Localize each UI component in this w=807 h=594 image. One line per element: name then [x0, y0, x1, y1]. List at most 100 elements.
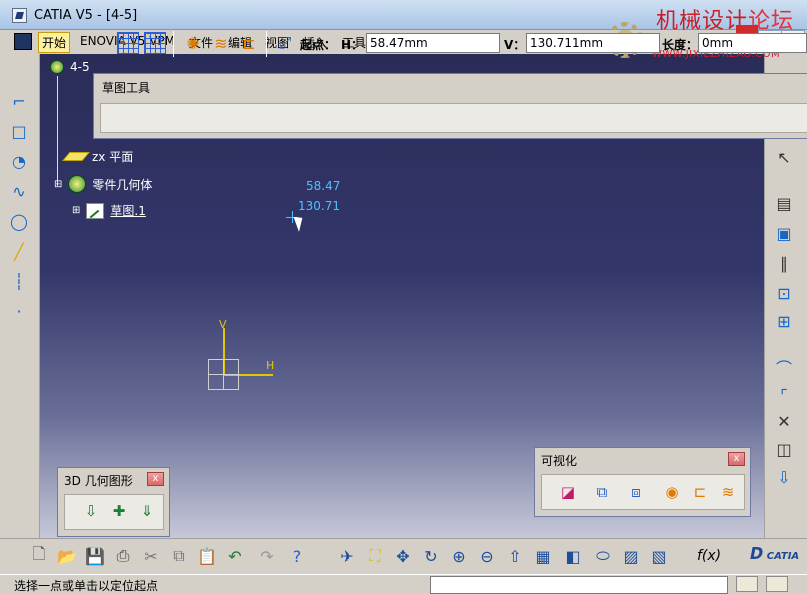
sketch-tools-body — [100, 103, 807, 133]
dimensional-constraints-icon[interactable]: ⊏ — [238, 32, 260, 54]
dimension-icon[interactable]: ⊡ — [773, 282, 795, 304]
tree-item-sketch[interactable]: ⊞ 草图.1 — [72, 202, 146, 219]
rotate-icon[interactable]: ↻ — [420, 545, 442, 567]
zoom-in-icon[interactable]: ⊕ — [448, 545, 470, 567]
construction-element-icon[interactable]: ✺ — [182, 32, 204, 54]
dimensional-visualization-icon[interactable]: ⊏ — [690, 482, 710, 502]
animate-constraint-icon[interactable]: ⊞ — [773, 310, 795, 332]
low-light-icon[interactable]: ⧉ — [592, 482, 612, 502]
swap-visible-space-icon[interactable]: ▧ — [648, 545, 670, 567]
close-geometry-3d-button[interactable]: x — [147, 472, 164, 486]
redo-icon[interactable]: ↷ — [256, 545, 278, 567]
catia-logo: ᗞ CATIA — [750, 544, 799, 563]
left-toolbar: ⌐ □ ◔ ∿ ◯ ╱ ┆ · — [0, 54, 40, 538]
point-icon[interactable]: · — [8, 300, 30, 322]
axis-icon[interactable]: ┆ — [8, 270, 30, 292]
tree-item-part-body-label: 零件几何体 — [92, 177, 153, 192]
silhouette-icon[interactable]: ⇓ — [137, 501, 157, 521]
select-arrow-icon[interactable]: ↖ — [773, 146, 795, 168]
paste-icon[interactable]: 📋 — [196, 545, 218, 567]
isometric-view-icon[interactable]: ◧ — [562, 545, 584, 567]
v-value-input[interactable] — [526, 33, 660, 53]
multi-view-icon[interactable]: ▦ — [532, 545, 554, 567]
window-title: CATIA V5 - [4-5] — [34, 8, 138, 23]
open-folder-icon[interactable]: 📂 — [56, 545, 78, 567]
tree-item-part-body[interactable]: ⊟ 零件几何体 — [54, 175, 152, 193]
geometry-3d-toolbar: 3D 几何图形 x ⇩ ✚ ⇓ — [57, 467, 170, 537]
intersect-3d-icon[interactable]: ✚ — [109, 501, 129, 521]
sketch-tools-title: 草图工具 — [102, 81, 151, 95]
line-tool-icon[interactable]: ⤢ — [274, 32, 296, 54]
diagnostics-icon[interactable]: ◉ — [662, 482, 682, 502]
title-bar: CATIA V5 - [4-5] 机械设计论坛 — [0, 0, 807, 34]
document-menu-icon[interactable] — [14, 33, 32, 50]
sketch-visualization-icon[interactable]: ⧈ — [626, 482, 646, 502]
catia-logo-text: CATIA — [766, 551, 800, 562]
circle-icon[interactable]: ◔ — [8, 150, 30, 172]
tree-root[interactable]: 4-5 — [50, 60, 90, 74]
status-button-2[interactable] — [766, 576, 788, 592]
cursor-y-readout: 130.71 — [298, 199, 340, 213]
help-pointer-icon[interactable]: ? — [286, 545, 308, 567]
visualization-toolbar: 可视化 x ◪ ⧉ ⧈ ◉ ⊏ ≋ — [534, 447, 751, 517]
print-icon[interactable]: ⎙ — [112, 545, 134, 567]
expand-icon[interactable]: ⊞ — [72, 205, 80, 216]
ellipse-icon[interactable]: ◯ — [8, 210, 30, 232]
length-label: 长度： — [662, 38, 699, 52]
fit-all-icon[interactable]: ⛶ — [364, 545, 386, 567]
undo-icon[interactable]: ↶ — [224, 545, 246, 567]
tree-item-sketch-label: 草图.1 — [110, 204, 146, 218]
separator — [173, 31, 174, 57]
h-label: H： — [341, 38, 364, 52]
status-message: 选择一点或单击以定位起点 — [14, 579, 159, 593]
collapse-icon[interactable]: ⊟ — [54, 179, 62, 190]
geometry-3d-title: 3D 几何图形 — [64, 474, 133, 488]
cursor-x-readout: 58.47 — [306, 179, 341, 193]
shading-icon[interactable]: ⬭ — [592, 545, 614, 567]
v-label: V： — [504, 38, 526, 52]
sketch-tools-toolbar: 草图工具 — [93, 73, 807, 139]
pan-icon[interactable]: ✥ — [392, 545, 414, 567]
geometric-visualization-icon[interactable]: ≋ — [718, 482, 738, 502]
profile-icon[interactable]: ⌐ — [8, 90, 30, 112]
geometric-constraints-icon[interactable]: ≋ — [210, 32, 232, 54]
length-value-input[interactable] — [698, 33, 807, 53]
zoom-out-icon[interactable]: ⊖ — [476, 545, 498, 567]
plane-icon — [62, 152, 90, 161]
constraint-icon[interactable]: ▤ — [773, 192, 795, 214]
mirror-icon[interactable]: ◫ — [773, 438, 795, 460]
catia-app-icon[interactable] — [12, 8, 27, 23]
rectangle-icon[interactable]: □ — [8, 120, 30, 142]
close-visualization-button[interactable]: x — [728, 452, 745, 466]
command-input[interactable] — [430, 576, 728, 594]
spline-icon[interactable]: ∿ — [8, 180, 30, 202]
grid-icon[interactable] — [117, 32, 139, 54]
cut-icon[interactable]: ✂ — [140, 545, 162, 567]
hide-show-icon[interactable]: ▨ — [620, 545, 642, 567]
line-icon[interactable]: ╱ — [8, 240, 30, 262]
copy-icon[interactable]: ⧉ — [168, 545, 190, 567]
corner-icon[interactable]: ⌒ — [773, 356, 795, 378]
snap-to-point-icon[interactable] — [144, 32, 166, 54]
clip-icon[interactable]: ∥ — [773, 252, 795, 274]
project-3d-icon[interactable]: ⇩ — [773, 466, 795, 488]
status-button-1[interactable] — [736, 576, 758, 592]
project-3d-elements-icon[interactable]: ⇩ — [81, 501, 101, 521]
trim-icon[interactable]: ✕ — [773, 410, 795, 432]
visualization-body: ◪ ⧉ ⧈ ◉ ⊏ ≋ — [541, 474, 745, 510]
formula-icon[interactable]: f(x) — [697, 545, 721, 567]
save-icon[interactable]: 💾 — [84, 545, 106, 567]
fly-mode-icon[interactable]: ✈ — [336, 545, 358, 567]
normal-view-icon[interactable]: ⇧ — [504, 545, 526, 567]
origin-marker — [208, 359, 239, 390]
part-body-icon — [68, 175, 87, 193]
tree-item-zx-plane[interactable]: zx 平面 — [62, 148, 133, 165]
start-point-label: 起点： — [300, 38, 337, 52]
v-axis-label: V — [219, 318, 227, 331]
fix-constraint-icon[interactable]: ▣ — [773, 222, 795, 244]
cut-part-by-sketch-plane-icon[interactable]: ◪ — [558, 482, 578, 502]
menu-start[interactable]: 开始 — [38, 32, 71, 53]
h-value-input[interactable] — [366, 33, 500, 53]
chamfer-icon[interactable]: ⌜ — [773, 384, 795, 406]
new-document-icon[interactable]: 🗋 — [28, 544, 50, 567]
